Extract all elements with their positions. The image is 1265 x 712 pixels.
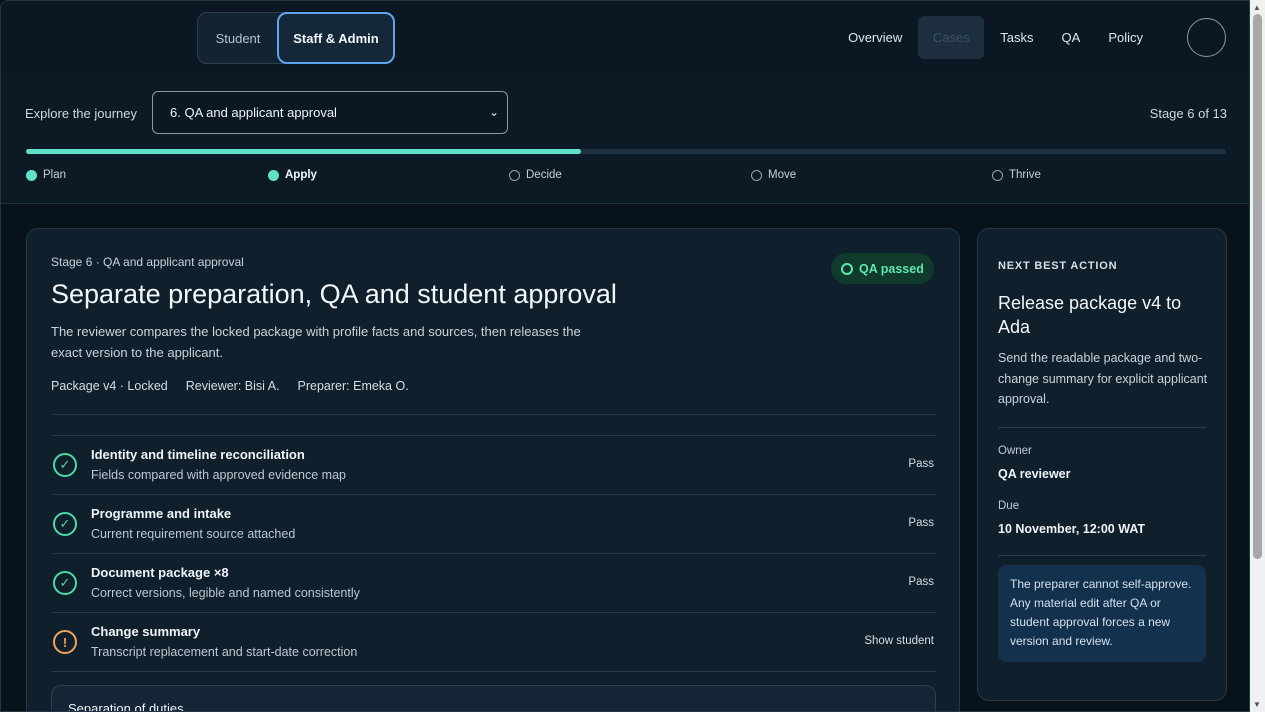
explore-label: Explore the journey [25, 106, 138, 121]
journey-progress [26, 149, 1226, 154]
stage-card: Stage 6 · QA and applicant approval QA p… [26, 228, 960, 712]
nav-overview[interactable]: Overview [834, 16, 916, 59]
chevron-down-icon: ⌄ [488, 105, 499, 119]
divider [51, 414, 936, 415]
phase-decide[interactable]: Decide [509, 169, 562, 181]
phase-apply[interactable]: Apply [268, 169, 317, 181]
phase-dot-icon [992, 169, 1003, 181]
owner-label: Owner [998, 445, 1032, 457]
staff-admin-toggle[interactable]: Staff & Admin [277, 12, 395, 64]
student-toggle[interactable]: Student [199, 14, 277, 62]
phase-dot-icon [26, 169, 37, 181]
reviewer-name: Reviewer: Bisi A. [185, 379, 280, 393]
show-student-link[interactable]: Show student [864, 635, 934, 647]
separation-title: Separation of duties [68, 701, 184, 712]
circle-icon [841, 262, 853, 275]
check-title: Change summary [91, 624, 201, 639]
phase-label: Apply [285, 169, 317, 181]
check-status: Pass [908, 576, 934, 588]
nav-cases[interactable]: Cases [918, 16, 985, 59]
check-circle-icon: ✓ [53, 571, 77, 595]
vertical-scrollbar[interactable]: ▲ ▼ [1250, 0, 1265, 712]
phase-dot-icon [268, 169, 279, 181]
check-detail: Transcript replacement and start-date co… [91, 645, 358, 659]
check-circle-icon: ✓ [53, 512, 77, 536]
qa-check-row[interactable]: ✓ Programme and intake Current requireme… [51, 495, 936, 554]
qa-check-row[interactable]: ✓ Identity and timeline reconciliation F… [51, 436, 936, 495]
check-title: Document package ×8 [91, 565, 229, 580]
divider [998, 427, 1206, 428]
phase-label: Decide [526, 169, 562, 181]
divider [998, 555, 1206, 556]
top-navigation: Student Staff & Admin Overview Cases Tas… [1, 1, 1249, 73]
phase-label: Plan [43, 169, 67, 181]
scroll-thumb[interactable] [1253, 14, 1262, 559]
role-switcher: Student Staff & Admin [197, 12, 395, 64]
nav-tasks[interactable]: Tasks [986, 16, 1047, 59]
stage-select[interactable]: 6. QA and applicant approval ⌄ [152, 91, 508, 134]
check-detail: Correct versions, legible and named cons… [91, 586, 360, 600]
check-detail: Current requirement source attached [91, 527, 296, 541]
avatar[interactable] [1187, 18, 1226, 57]
nav-policy[interactable]: Policy [1094, 16, 1157, 59]
package-meta: Package v4 · Locked Reviewer: Bisi A. Pr… [51, 379, 409, 393]
scroll-up-arrow-icon[interactable]: ▲ [1253, 3, 1261, 12]
preparer-name: Preparer: Emeka O. [297, 379, 409, 393]
phase-dot-icon [751, 169, 762, 181]
phase-dot-icon [509, 169, 520, 181]
check-title: Programme and intake [91, 506, 232, 521]
status-badge: QA passed [831, 253, 934, 284]
stage-description: The reviewer compares the locked package… [51, 324, 581, 360]
phase-label: Thrive [1009, 169, 1041, 181]
phase-plan[interactable]: Plan [26, 169, 66, 181]
qa-check-row[interactable]: ✓ Document package ×8 Correct versions, … [51, 554, 936, 613]
app-frame: Student Staff & Admin Overview Cases Tas… [0, 0, 1250, 712]
nav-links: Overview Cases Tasks QA Policy [834, 16, 1157, 59]
next-action-description: Send the readable package and two-change… [998, 351, 1208, 406]
separation-of-duties-panel: Separation of duties [51, 685, 936, 712]
next-action-title: Release package v4 to Ada [998, 293, 1182, 337]
phase-thrive[interactable]: Thrive [992, 169, 1041, 181]
check-detail: Fields compared with approved evidence m… [91, 468, 346, 482]
check-status: Pass [908, 458, 934, 470]
journey-bar: Explore the journey 6. QA and applicant … [1, 73, 1249, 204]
phase-move[interactable]: Move [751, 169, 796, 181]
next-action-card: NEXT BEST ACTION Release package v4 to A… [977, 228, 1227, 701]
due-label: Due [998, 500, 1020, 512]
check-circle-icon: ✓ [53, 453, 77, 477]
warning-circle-icon: ! [53, 630, 77, 654]
nav-qa[interactable]: QA [1048, 16, 1095, 59]
qa-check-row[interactable]: ! Change summary Transcript replacement … [51, 613, 936, 672]
next-action-eyebrow: NEXT BEST ACTION [998, 260, 1118, 272]
stage-eyebrow: Stage 6 · QA and applicant approval [51, 255, 244, 269]
scroll-down-arrow-icon[interactable]: ▼ [1253, 700, 1261, 709]
package-version: Package v4 · Locked [51, 379, 168, 393]
policy-notice: The preparer cannot self-approve. Any ma… [998, 565, 1206, 662]
phase-label: Move [768, 169, 797, 181]
page-title: Separate preparation, QA and student app… [51, 279, 617, 309]
status-badge-label: QA passed [859, 261, 924, 276]
journey-progress-fill [26, 149, 581, 154]
check-title: Identity and timeline reconciliation [91, 447, 305, 462]
stage-count: Stage 6 of 13 [1149, 106, 1227, 121]
check-status: Pass [908, 517, 934, 529]
owner-value: QA reviewer [998, 467, 1071, 481]
stage-select-value: 6. QA and applicant approval [170, 105, 337, 120]
due-value: 10 November, 12:00 WAT [998, 522, 1146, 536]
